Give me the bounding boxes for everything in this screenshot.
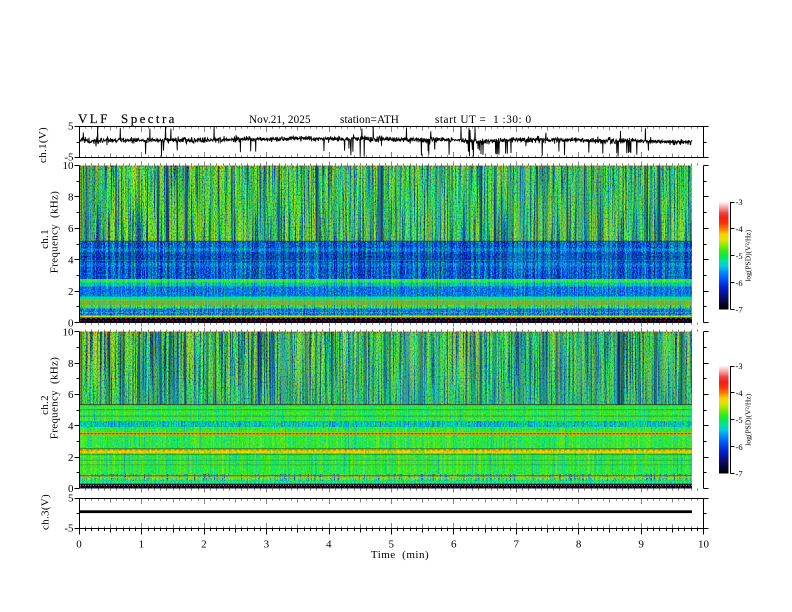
svg-text:9: 9 <box>638 539 644 551</box>
svg-text:6: 6 <box>451 539 457 551</box>
svg-text:log(PSD)(V²/Hz): log(PSD)(V²/Hz) <box>744 393 753 445</box>
svg-text:10: 10 <box>698 539 710 551</box>
svg-text:8: 8 <box>576 539 582 551</box>
svg-text:2: 2 <box>68 452 74 464</box>
svg-text:10: 10 <box>63 327 75 339</box>
svg-text:-5: -5 <box>64 523 74 535</box>
svg-text:start UT = 1 :30: 0: start UT = 1 :30: 0 <box>435 114 532 126</box>
svg-text:-7: -7 <box>736 469 743 479</box>
svg-text:log(PSD)(V²/Hz): log(PSD)(V²/Hz) <box>744 229 753 281</box>
svg-text:2: 2 <box>201 539 207 551</box>
svg-text:station=ATH: station=ATH <box>340 114 399 126</box>
svg-text:-6: -6 <box>736 442 743 452</box>
svg-text:4: 4 <box>326 539 332 551</box>
svg-text:7: 7 <box>513 539 519 551</box>
svg-text:-4: -4 <box>736 224 744 234</box>
svg-text:Frequency (kHz): Frequency (kHz) <box>49 357 61 439</box>
svg-text:5: 5 <box>68 492 74 504</box>
svg-text:8: 8 <box>68 192 74 204</box>
svg-text:10: 10 <box>63 160 75 172</box>
svg-text:-5: -5 <box>736 415 743 425</box>
svg-text:4: 4 <box>68 255 74 267</box>
svg-text:-4: -4 <box>736 388 744 398</box>
svg-text:Nov.21, 2025: Nov.21, 2025 <box>249 114 311 126</box>
svg-text:VLF Spectra: VLF Spectra <box>78 111 177 126</box>
svg-text:-3: -3 <box>736 361 743 371</box>
svg-text:3: 3 <box>264 539 270 551</box>
svg-text:5: 5 <box>68 121 74 133</box>
svg-text:ch.3(V): ch.3(V) <box>40 494 52 530</box>
svg-text:-5: -5 <box>736 251 743 261</box>
svg-text:6: 6 <box>68 223 74 235</box>
svg-text:6: 6 <box>68 389 74 401</box>
svg-text:-7: -7 <box>736 305 743 315</box>
svg-text:-6: -6 <box>736 278 743 288</box>
svg-text:1: 1 <box>139 539 145 551</box>
svg-text:8: 8 <box>68 358 74 370</box>
svg-text:ch.1(V): ch.1(V) <box>37 127 49 163</box>
svg-text:4: 4 <box>68 421 74 433</box>
svg-text:2: 2 <box>68 286 74 298</box>
svg-text:-3: -3 <box>736 197 743 207</box>
svg-text:Time (min): Time (min) <box>371 549 429 561</box>
svg-text:Frequency (kHz): Frequency (kHz) <box>49 191 61 273</box>
svg-text:0: 0 <box>76 539 82 551</box>
